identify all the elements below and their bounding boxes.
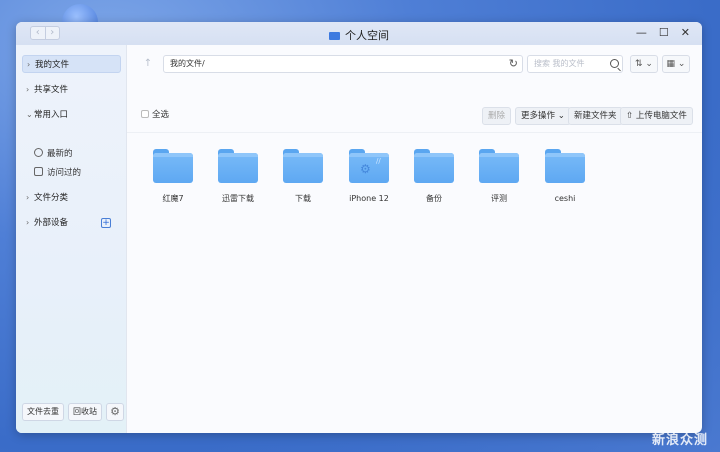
folder-icon: [283, 149, 323, 183]
checkbox-icon: [141, 110, 149, 118]
more-actions-button[interactable]: 更多操作 ⌄: [515, 107, 571, 125]
up-arrow-icon[interactable]: ↑: [141, 56, 155, 72]
folder-icon: [414, 149, 454, 183]
settings-gear-icon[interactable]: ⚙: [106, 403, 124, 421]
sidebar-item-recent[interactable]: 最新的: [34, 146, 73, 162]
recycle-bin-button[interactable]: 回收站: [68, 403, 102, 421]
sidebar-item-label: 常用入口: [34, 110, 69, 120]
divider: [127, 132, 702, 133]
sidebar-item-external-device[interactable]: › 外部设备 +: [22, 214, 121, 232]
folder-icon: [479, 149, 519, 183]
clock-icon: [34, 148, 43, 157]
folder-icon: [329, 32, 340, 40]
dedupe-button[interactable]: 文件去重: [22, 403, 64, 421]
folder-icon: [218, 149, 258, 183]
chevron-right-icon: ›: [26, 218, 30, 227]
add-device-button[interactable]: +: [101, 218, 111, 228]
sort-button[interactable]: ⇅ ⌄: [630, 55, 658, 73]
history-icon: [34, 167, 43, 176]
chevron-down-icon: ⌄: [26, 110, 33, 119]
folder-icon: [153, 149, 193, 183]
chevron-right-icon: ›: [27, 60, 31, 69]
sidebar-item-my-files[interactable]: › 我的文件: [22, 55, 121, 73]
folder-name: iPhone 12: [349, 194, 389, 203]
folder-item[interactable]: ⚙// iPhone 12: [339, 149, 399, 204]
sidebar-item-visited[interactable]: 访问过的: [34, 165, 81, 181]
sidebar-item-file-category[interactable]: › 文件分类: [22, 189, 121, 207]
new-folder-button[interactable]: 新建文件夹: [568, 107, 623, 125]
folder-icon: [545, 149, 585, 183]
maximize-button[interactable]: ☐: [659, 26, 669, 40]
folder-item[interactable]: 红魔7: [143, 149, 203, 204]
upload-button[interactable]: ⇧ 上传电脑文件: [620, 107, 693, 125]
folder-item[interactable]: 备份: [404, 149, 464, 204]
path-text: 我的文件/: [170, 59, 205, 68]
folder-item[interactable]: 下载: [273, 149, 333, 204]
path-bar[interactable]: 我的文件/ ↻: [163, 55, 523, 73]
chevron-right-icon: ›: [26, 193, 30, 202]
view-mode-button[interactable]: ▦ ⌄: [662, 55, 690, 73]
close-button[interactable]: ✕: [681, 26, 690, 40]
refresh-icon[interactable]: ↻: [509, 56, 518, 72]
system-folder-icon: ⚙//: [349, 149, 389, 183]
title-bar: ‹ › 个人空间 — ☐ ✕: [16, 22, 702, 45]
search-input[interactable]: 搜索 我的文件: [527, 55, 623, 73]
search-icon[interactable]: [610, 59, 619, 68]
folder-item[interactable]: ceshi: [535, 149, 595, 204]
window-title: 个人空间: [16, 27, 702, 43]
folder-item[interactable]: 评测: [469, 149, 529, 204]
sidebar-item-label: 共享文件: [34, 85, 69, 95]
folder-name: 下载: [295, 194, 311, 203]
folder-name: 迅雷下载: [222, 194, 254, 203]
minimize-button[interactable]: —: [636, 26, 647, 40]
folder-item[interactable]: 迅雷下载: [208, 149, 268, 204]
delete-button[interactable]: 删除: [482, 107, 512, 125]
chevron-right-icon: ›: [26, 85, 30, 94]
sidebar-item-label: 最新的: [47, 149, 73, 159]
sidebar-footer: 文件去重 回收站 ⚙: [22, 403, 124, 421]
watermark: 新浪众测: [651, 433, 708, 448]
sidebar-item-common-entry[interactable]: ⌄ 常用入口: [22, 106, 121, 124]
folder-name: 红魔7: [162, 194, 184, 203]
folder-name: ceshi: [554, 194, 576, 203]
sidebar-item-label: 访问过的: [47, 168, 82, 178]
sidebar: › 我的文件 › 共享文件 ⌄ 常用入口 最新的 访问过的 › 文件分类 › 外…: [16, 45, 127, 433]
sidebar-item-label: 我的文件: [35, 60, 70, 70]
window-title-text: 个人空间: [345, 29, 389, 42]
select-all-checkbox[interactable]: 全选: [141, 110, 169, 120]
file-manager-window: ‹ › 个人空间 — ☐ ✕ › 我的文件 › 共享文件 ⌄ 常用入口 最新的 …: [16, 22, 702, 433]
sidebar-item-shared-files[interactable]: › 共享文件: [22, 81, 121, 99]
window-controls: — ☐ ✕: [636, 26, 690, 40]
sidebar-item-label: 外部设备: [34, 218, 69, 228]
sidebar-item-label: 文件分类: [34, 193, 69, 203]
search-placeholder: 搜索 我的文件: [534, 59, 585, 68]
select-all-label: 全选: [152, 110, 170, 120]
folder-name: 备份: [426, 194, 442, 203]
folder-name: 评测: [491, 194, 507, 203]
toolbar: ↑ 我的文件/ ↻ 搜索 我的文件 ⇅ ⌄ ▦ ⌄ 全选 删除 更多操作 ⌄ 新…: [127, 45, 702, 133]
